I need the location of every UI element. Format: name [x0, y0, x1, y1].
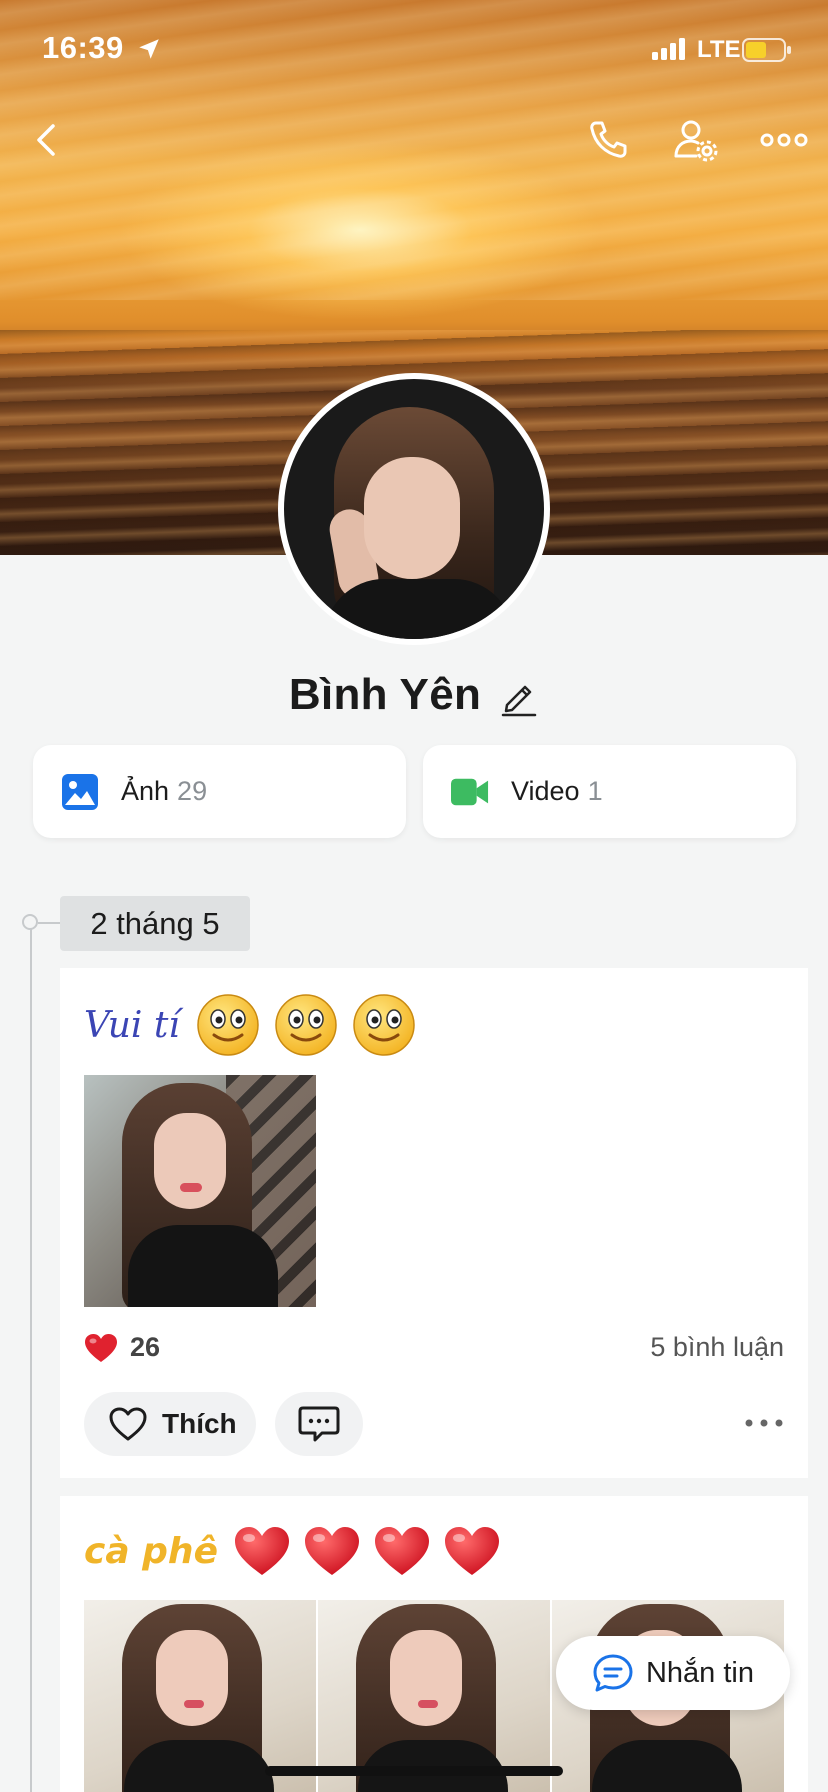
post-caption: Vui tí — [84, 992, 430, 1058]
comment-bubble-icon — [298, 1406, 340, 1442]
red-heart-emoji-icon — [304, 1527, 359, 1575]
comment-count-link[interactable]: 5 bình luận — [650, 1332, 784, 1363]
video-camera-icon — [451, 778, 489, 805]
signal-bars-icon — [652, 38, 685, 60]
back-button[interactable] — [18, 112, 74, 168]
videos-count: 1 — [587, 776, 603, 806]
profile-settings-button[interactable] — [668, 112, 724, 168]
user-gear-icon — [674, 120, 718, 162]
post-more-button[interactable] — [744, 1408, 784, 1438]
chat-bubble-icon — [593, 1654, 633, 1692]
more-horizontal-icon — [760, 133, 808, 147]
comment-button[interactable] — [275, 1392, 363, 1456]
timeline-date: 2 tháng 5 — [60, 896, 250, 951]
network-type: LTE — [697, 36, 741, 63]
photo-shirt — [592, 1740, 742, 1792]
post-photo[interactable] — [84, 1075, 316, 1307]
call-button[interactable] — [580, 112, 636, 168]
more-dots-icon — [745, 1419, 783, 1427]
phone-icon — [590, 121, 627, 158]
profile-name-row: Bình Yên — [0, 668, 828, 722]
post-caption-text: cà phê — [84, 1530, 218, 1572]
avatar-shirt — [324, 579, 514, 639]
profile-name: Bình Yên — [288, 670, 482, 719]
post-photo[interactable] — [84, 1600, 316, 1792]
home-indicator — [265, 1766, 563, 1776]
post-card[interactable]: Vui tí 26 5 bình luận Thích — [60, 968, 808, 1478]
like-button[interactable]: Thích — [84, 1392, 256, 1456]
photo-lips — [180, 1183, 202, 1192]
smiling-face-emoji-icon — [353, 994, 415, 1056]
photo-icon — [62, 773, 98, 810]
more-options-button[interactable] — [756, 112, 812, 168]
photos-card[interactable]: Ảnh 29 — [33, 745, 406, 838]
heart-reaction-icon — [85, 1333, 117, 1362]
photo-lips — [418, 1700, 438, 1708]
message-button-label: Nhắn tin — [645, 1656, 754, 1689]
profile-avatar[interactable] — [278, 373, 550, 645]
post-caption-text: Vui tí — [84, 1004, 180, 1046]
post-photo[interactable] — [318, 1600, 550, 1792]
smiling-face-emoji-icon — [275, 994, 337, 1056]
timeline-dot — [22, 914, 38, 930]
photo-face — [154, 1113, 226, 1209]
like-count: 26 — [130, 1332, 161, 1362]
smiling-face-emoji-icon — [197, 994, 259, 1056]
photos-count: 29 — [177, 776, 208, 806]
edit-pencil-icon[interactable] — [499, 677, 539, 717]
videos-label: Video — [511, 776, 580, 806]
timeline-line — [30, 922, 32, 1792]
post-caption: cà phê — [84, 1518, 512, 1584]
like-button-label: Thích — [162, 1408, 237, 1439]
videos-card[interactable]: Video 1 — [423, 745, 796, 838]
red-heart-emoji-icon — [234, 1527, 289, 1575]
battery-icon — [742, 38, 791, 62]
photo-lips — [184, 1700, 204, 1708]
photo-face — [156, 1630, 228, 1726]
reaction-summary[interactable]: 26 — [84, 1332, 160, 1363]
photo-shirt — [124, 1740, 274, 1792]
red-heart-emoji-icon — [444, 1527, 499, 1575]
chevron-left-icon — [37, 124, 55, 156]
timeline-connector — [38, 922, 60, 924]
photos-label: Ảnh — [121, 776, 170, 806]
photo-shirt — [128, 1225, 278, 1307]
avatar-face — [364, 457, 460, 579]
location-arrow-icon — [139, 39, 159, 59]
red-heart-emoji-icon — [374, 1527, 429, 1575]
status-time: 16:39 — [42, 30, 124, 65]
message-button[interactable]: Nhắn tin — [556, 1636, 790, 1710]
heart-outline-icon — [109, 1407, 147, 1441]
photo-face — [390, 1630, 462, 1726]
status-bar: 16:39 LTE — [0, 0, 828, 100]
